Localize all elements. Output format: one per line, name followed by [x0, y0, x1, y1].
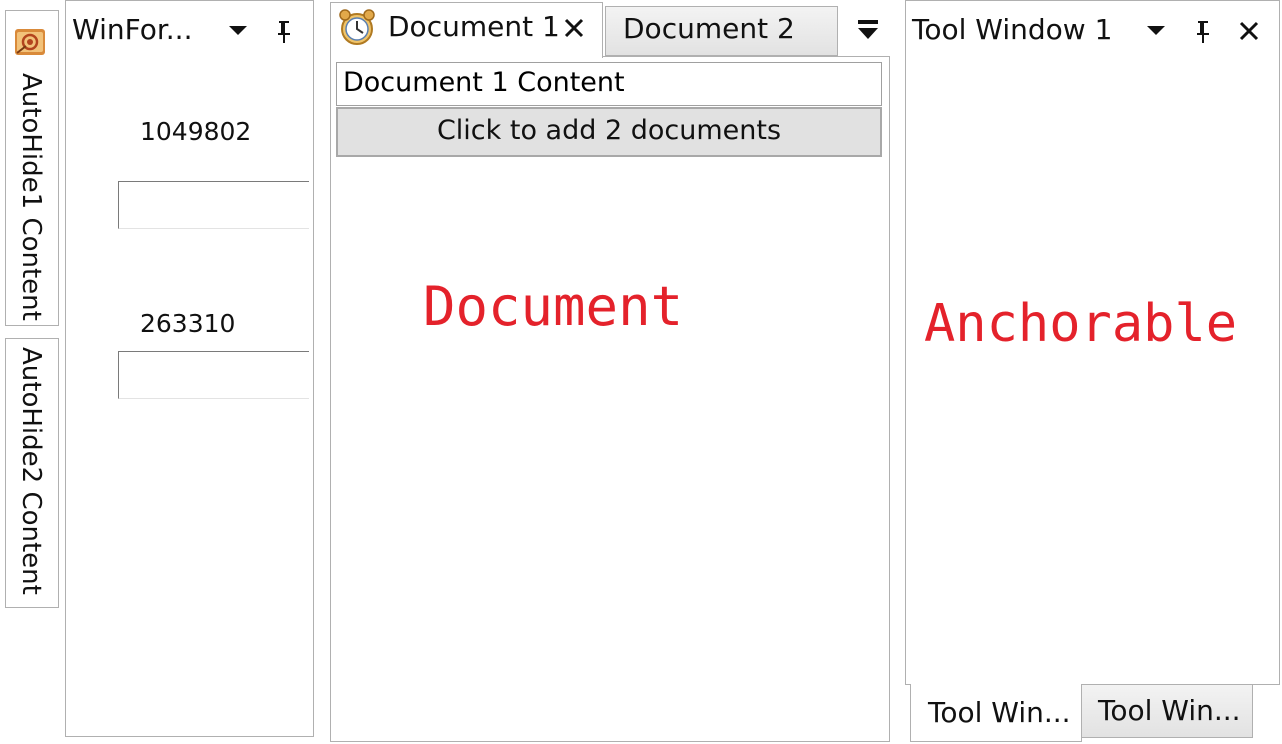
tab-tool-window-2-label: Tool Win...: [1098, 694, 1241, 727]
add-documents-button[interactable]: Click to add 2 documents: [336, 107, 882, 157]
tool-window-pane: Tool Window 1 Anchorable: [905, 0, 1280, 685]
winforms-value-1: 1049802: [140, 117, 252, 146]
tab-tool-window-2[interactable]: Tool Win...: [1081, 684, 1253, 738]
tool-window-title: Tool Window 1: [912, 13, 1113, 46]
autohide-tab-1-label: AutoHide1 Content: [16, 73, 46, 321]
winforms-input-1[interactable]: [118, 181, 309, 229]
tab-document-2[interactable]: Document 2: [605, 6, 838, 56]
winforms-pane-title: WinFor...: [72, 13, 193, 46]
anchorable-watermark: Anchorable: [924, 294, 1238, 354]
tab-document-1-label: Document 1: [388, 10, 560, 43]
pin-icon: [1188, 21, 1218, 50]
winforms-input-2[interactable]: [118, 351, 309, 399]
pin-icon: [269, 21, 299, 50]
winforms-pane-pin-button[interactable]: [269, 16, 299, 46]
autohide-tab-2-label: AutoHide2 Content: [16, 347, 46, 595]
close-icon: [559, 18, 589, 47]
document-content-textbox[interactable]: Document 1 Content: [336, 62, 882, 106]
document-list-button[interactable]: [852, 14, 884, 46]
close-tab-button[interactable]: [559, 13, 589, 43]
autohide-tab-2[interactable]: AutoHide2 Content: [5, 338, 59, 608]
app-icon: [14, 26, 46, 58]
winforms-value-2: 263310: [140, 309, 236, 338]
winforms-pane: WinFor... 1049802 263310: [65, 0, 314, 737]
tool-window-close-button[interactable]: [1234, 16, 1264, 46]
document-pane-body: [330, 56, 890, 742]
tool-window-menu-button[interactable]: [1141, 16, 1171, 46]
tab-tool-window-1[interactable]: Tool Win...: [910, 684, 1082, 742]
winforms-pane-menu-button[interactable]: [223, 16, 253, 46]
alarm-clock-icon: [337, 7, 377, 47]
tab-document-1[interactable]: Document 1: [330, 2, 603, 58]
document-watermark: Document: [423, 275, 684, 338]
tab-tool-window-1-label: Tool Win...: [928, 696, 1071, 729]
dropdown-arrow-icon: [223, 26, 253, 50]
overflow-dropdown-icon: [852, 20, 884, 50]
dropdown-arrow-icon: [1141, 26, 1171, 50]
close-icon: [1234, 21, 1264, 50]
tool-window-pin-button[interactable]: [1188, 16, 1218, 46]
autohide-tab-1[interactable]: AutoHide1 Content: [5, 10, 59, 326]
tab-document-2-label: Document 2: [623, 12, 795, 45]
